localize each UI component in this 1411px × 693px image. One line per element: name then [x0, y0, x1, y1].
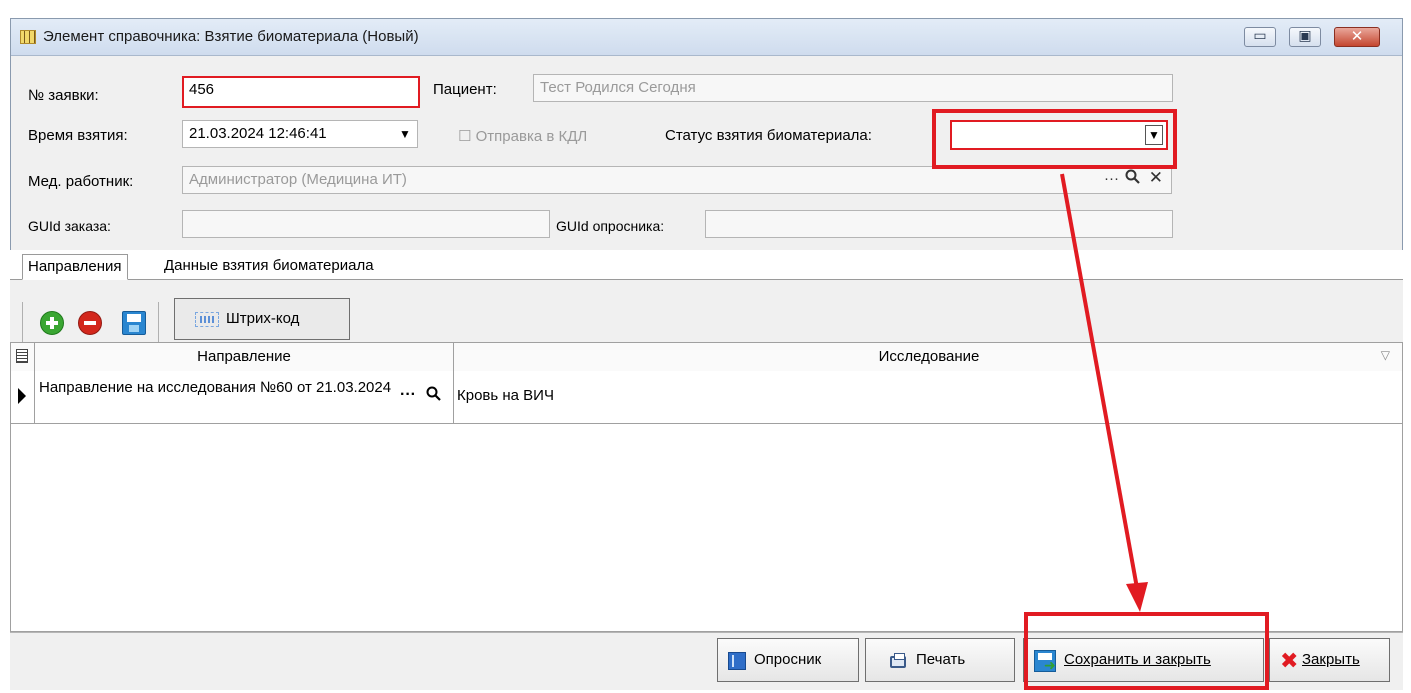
column-chooser-icon: [16, 349, 28, 363]
send-kdl-checkbox[interactable]: ☐ Отправка в КДЛ: [458, 127, 587, 145]
printer-icon: [890, 653, 906, 668]
cell-direction[interactable]: Направление на исследования №60 от 21.03…: [39, 378, 399, 397]
save-close-icon: [1034, 650, 1056, 674]
save-and-close-label: Сохранить и закрыть: [1064, 651, 1211, 668]
send-kdl-label: Отправка в КДЛ: [475, 128, 588, 145]
chevron-down-icon: ▼: [1145, 125, 1163, 145]
guid-survey-label: GUId опросника:: [556, 218, 665, 234]
window-title: Элемент справочника: Взятие биоматериала…: [43, 28, 419, 45]
guid-survey-field[interactable]: [705, 210, 1173, 238]
row-indicator: [11, 371, 35, 423]
column-header-direction[interactable]: Направление: [35, 348, 453, 365]
time-dropdown[interactable]: 21.03.2024 12:46:41 ▼: [182, 120, 418, 148]
title-bar: Элемент справочника: Взятие биоматериала…: [11, 19, 1402, 56]
barcode-icon: [195, 312, 219, 327]
toolbar-grip: [22, 302, 23, 342]
med-worker-field[interactable]: Администратор (Медицина ИТ) ··· ✕: [182, 166, 1172, 194]
cell-separator: [453, 371, 454, 423]
save-icon[interactable]: [122, 311, 146, 335]
ellipsis-icon[interactable]: ···: [400, 386, 416, 404]
save-and-close-button[interactable]: Сохранить и закрыть: [1023, 638, 1264, 682]
survey-label: Опросник: [754, 651, 822, 668]
guid-order-label: GUId заказа:: [28, 218, 111, 234]
column-header-research[interactable]: Исследование: [454, 348, 1404, 365]
footer-bar: Опросник Печать Сохранить и закрыть ✖ За…: [10, 632, 1403, 690]
clear-icon[interactable]: ✕: [1149, 168, 1163, 188]
maximize-button[interactable]: ▣: [1289, 27, 1321, 47]
order-no-input[interactable]: 456: [182, 76, 420, 108]
document-icon: [728, 652, 746, 670]
column-chooser-button[interactable]: [11, 343, 35, 371]
delete-icon[interactable]: [78, 311, 102, 335]
close-icon: ✖: [1280, 648, 1299, 673]
patient-field[interactable]: Тест Родился Сегодня: [533, 74, 1173, 102]
app-icon: [20, 30, 36, 44]
patient-label: Пациент:: [433, 81, 497, 98]
search-icon[interactable]: [426, 386, 442, 404]
filter-icon[interactable]: ▽: [1381, 348, 1390, 362]
toolbar-separator: [158, 302, 159, 342]
status-dropdown[interactable]: ▼: [950, 120, 1168, 150]
med-worker-value: Администратор (Медицина ИТ): [189, 171, 407, 188]
time-label: Время взятия:: [28, 127, 128, 144]
grid-header: Направление Исследование ▽: [11, 343, 1402, 372]
print-button[interactable]: Печать: [865, 638, 1015, 682]
add-icon[interactable]: [40, 311, 64, 335]
close-label: Закрыть: [1302, 651, 1360, 668]
minimize-button[interactable]: ▭: [1244, 27, 1276, 47]
time-value: 21.03.2024 12:46:41: [189, 125, 327, 142]
checkbox-icon: ☐: [458, 128, 472, 145]
survey-button[interactable]: Опросник: [717, 638, 859, 682]
barcode-label: Штрих-код: [226, 310, 300, 327]
guid-order-field[interactable]: [182, 210, 550, 238]
table-row[interactable]: Направление на исследования №60 от 21.03…: [11, 371, 1402, 424]
chevron-down-icon: ▼: [399, 127, 411, 141]
status-label: Статус взятия биоматериала:: [665, 127, 872, 144]
close-button[interactable]: ✖ Закрыть: [1269, 638, 1390, 682]
tab-directions[interactable]: Направления: [22, 254, 128, 280]
barcode-button[interactable]: Штрих-код: [174, 298, 350, 340]
order-no-label: № заявки:: [28, 87, 99, 104]
close-window-button[interactable]: ✕: [1334, 27, 1380, 47]
tab-biomaterial-data[interactable]: Данные взятия биоматериала: [159, 254, 379, 280]
directions-grid: Направление Исследование ▽ Направление н…: [10, 342, 1403, 632]
cell-research[interactable]: Кровь на ВИЧ: [457, 387, 554, 404]
med-worker-label: Мед. работник:: [28, 173, 134, 190]
search-icon[interactable]: [1125, 169, 1141, 189]
current-row-icon: [18, 388, 26, 404]
print-label: Печать: [916, 651, 966, 668]
grid-toolbar: Штрих-код: [10, 280, 1403, 342]
ellipsis-icon[interactable]: ···: [1104, 170, 1119, 187]
tab-strip: Направления Данные взятия биоматериала: [10, 250, 1403, 280]
